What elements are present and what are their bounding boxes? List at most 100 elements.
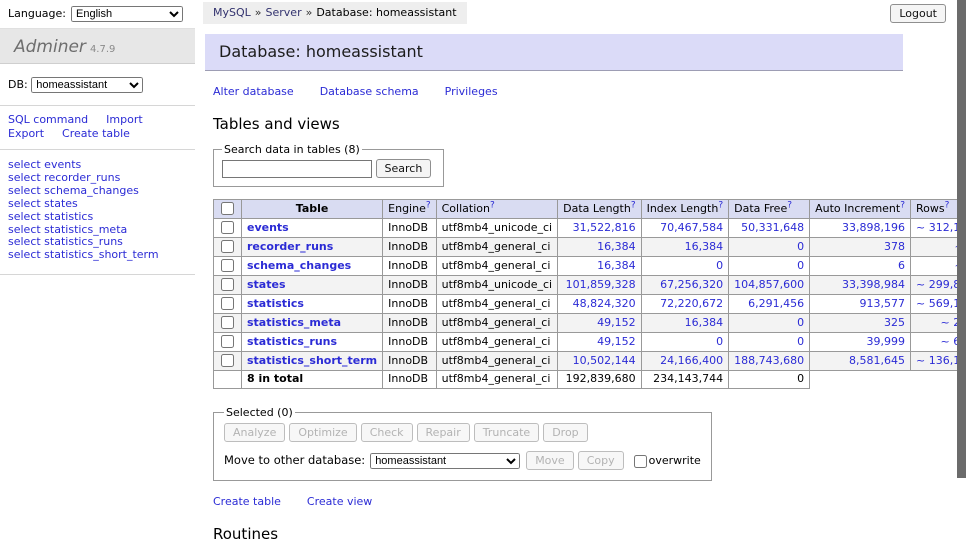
column-help-link[interactable]: ? bbox=[718, 200, 723, 210]
value-link[interactable]: 33,398,984 bbox=[842, 278, 905, 291]
sidebar-action-link[interactable]: Create table bbox=[62, 127, 130, 140]
value-link[interactable]: 70,467,584 bbox=[660, 221, 723, 234]
search-button[interactable]: Search bbox=[376, 159, 432, 178]
total-value: 192,839,680 bbox=[558, 371, 641, 389]
create-view-link[interactable]: Create view bbox=[307, 495, 372, 508]
value-link[interactable]: 48,824,320 bbox=[573, 297, 636, 310]
value-link[interactable]: 49,152 bbox=[597, 335, 636, 348]
column-help-link[interactable]: ? bbox=[631, 200, 636, 210]
sidebar-select-link[interactable]: select schema_changes bbox=[8, 185, 195, 198]
value-link[interactable]: 49,152 bbox=[597, 316, 636, 329]
logout-button[interactable]: Logout bbox=[890, 4, 946, 23]
move-db-select[interactable]: homeassistant bbox=[370, 453, 520, 469]
value-link[interactable]: 0 bbox=[797, 335, 804, 348]
value-link[interactable]: 913,577 bbox=[860, 297, 906, 310]
breadcrumb-link-server[interactable]: Server bbox=[266, 6, 302, 19]
value-link[interactable]: ~ 628 bbox=[940, 335, 957, 348]
truncate-button[interactable]: Truncate bbox=[474, 423, 539, 442]
row-checkbox[interactable] bbox=[221, 354, 234, 367]
value-link[interactable]: 0 bbox=[797, 316, 804, 329]
language-select[interactable]: English bbox=[71, 6, 183, 22]
value-link[interactable]: 0 bbox=[797, 259, 804, 272]
move-button[interactable]: Move bbox=[526, 451, 574, 470]
selected-operations: AnalyzeOptimize CheckRepairTruncateDrop bbox=[224, 423, 701, 442]
table-name-link[interactable]: statistics_meta bbox=[247, 316, 341, 329]
value-link[interactable]: 72,220,672 bbox=[660, 297, 723, 310]
column-help-link[interactable]: ? bbox=[426, 200, 431, 210]
table-name-link[interactable]: events bbox=[247, 221, 289, 234]
value-link[interactable]: ~ 569,159 bbox=[916, 297, 957, 310]
scrollbar-thumb[interactable] bbox=[957, 0, 966, 478]
sidebar-select-link[interactable]: select statistics_short_term bbox=[8, 249, 195, 262]
value-link[interactable]: 31,522,816 bbox=[573, 221, 636, 234]
column-help-link[interactable]: ? bbox=[945, 200, 950, 210]
select-all-checkbox[interactable] bbox=[221, 202, 234, 215]
sidebar-select-link[interactable]: select states bbox=[8, 198, 195, 211]
value-link[interactable]: 16,384 bbox=[685, 240, 724, 253]
value-link[interactable]: ~ 299,833 bbox=[916, 278, 957, 291]
value-link[interactable]: 378 bbox=[884, 240, 905, 253]
row-checkbox[interactable] bbox=[221, 259, 234, 272]
db-select[interactable]: homeassistant bbox=[31, 77, 143, 93]
repair-button[interactable]: Repair bbox=[417, 423, 470, 442]
table-name-link[interactable]: schema_changes bbox=[247, 259, 351, 272]
optimize-button[interactable]: Optimize bbox=[289, 423, 356, 442]
value-link[interactable]: 8,581,645 bbox=[849, 354, 905, 367]
sidebar-action-link[interactable]: Export bbox=[8, 127, 44, 140]
copy-button[interactable]: Copy bbox=[578, 451, 624, 470]
value-link[interactable]: 188,743,680 bbox=[734, 354, 804, 367]
analyze-button[interactable]: Analyze bbox=[224, 423, 285, 442]
sidebar-action-link[interactable]: SQL command bbox=[8, 113, 88, 126]
value-link[interactable]: 0 bbox=[716, 335, 723, 348]
value-link[interactable]: 6,291,456 bbox=[748, 297, 804, 310]
value-link[interactable]: 101,859,328 bbox=[566, 278, 636, 291]
table-name-link[interactable]: statistics bbox=[247, 297, 304, 310]
row-checkbox[interactable] bbox=[221, 240, 234, 253]
value-link[interactable]: 50,331,648 bbox=[741, 221, 804, 234]
value-link[interactable]: ~ 136,108 bbox=[916, 354, 957, 367]
column-help-link[interactable]: ? bbox=[490, 200, 495, 210]
drop-button[interactable]: Drop bbox=[543, 423, 587, 442]
create-table-link[interactable]: Create table bbox=[213, 495, 281, 508]
row-checkbox[interactable] bbox=[221, 316, 234, 329]
db-action-link[interactable]: Privileges bbox=[445, 85, 498, 98]
breadcrumb-link-mysql[interactable]: MySQL bbox=[213, 6, 251, 19]
row-checkbox[interactable] bbox=[221, 297, 234, 310]
value-link[interactable]: 16,384 bbox=[685, 316, 724, 329]
total-label: 8 in total bbox=[242, 371, 383, 389]
row-checkbox[interactable] bbox=[221, 335, 234, 348]
value-link[interactable]: 24,166,400 bbox=[660, 354, 723, 367]
value-link[interactable]: 16,384 bbox=[597, 240, 636, 253]
db-action-link[interactable]: Database schema bbox=[320, 85, 419, 98]
scrollbar-track[interactable] bbox=[957, 0, 966, 543]
sidebar-select-link[interactable]: select statistics bbox=[8, 211, 195, 224]
overwrite-checkbox[interactable] bbox=[634, 455, 647, 468]
value-link[interactable]: 325 bbox=[884, 316, 905, 329]
value-link[interactable]: 67,256,320 bbox=[660, 278, 723, 291]
value-link[interactable]: 33,898,196 bbox=[842, 221, 905, 234]
value-link[interactable]: ~ 312,180 bbox=[916, 221, 957, 234]
table-name-link[interactable]: states bbox=[247, 278, 286, 291]
table-name-link[interactable]: recorder_runs bbox=[247, 240, 333, 253]
column-help-link[interactable]: ? bbox=[787, 200, 792, 210]
value-link[interactable]: 104,857,600 bbox=[734, 278, 804, 291]
db-action-link[interactable]: Alter database bbox=[213, 85, 294, 98]
value-link[interactable]: 0 bbox=[797, 240, 804, 253]
sidebar-select-link[interactable]: select recorder_runs bbox=[8, 172, 195, 185]
sidebar-action-link[interactable]: Import bbox=[106, 113, 143, 126]
check-button[interactable]: Check bbox=[361, 423, 413, 442]
value-link[interactable]: 16,384 bbox=[597, 259, 636, 272]
search-input[interactable] bbox=[222, 160, 372, 178]
value-link[interactable]: ~ 244 bbox=[940, 316, 957, 329]
row-checkbox[interactable] bbox=[221, 221, 234, 234]
value-link[interactable]: 39,999 bbox=[867, 335, 906, 348]
value-link[interactable]: 0 bbox=[716, 259, 723, 272]
column-help-link[interactable]: ? bbox=[900, 200, 905, 210]
value-link[interactable]: 10,502,144 bbox=[573, 354, 636, 367]
row-checkbox[interactable] bbox=[221, 278, 234, 291]
table-name-link[interactable]: statistics_runs bbox=[247, 335, 337, 348]
sidebar-select-link[interactable]: select events bbox=[8, 159, 195, 172]
value-link[interactable]: 6 bbox=[898, 259, 905, 272]
engine-cell: InnoDB bbox=[383, 238, 436, 257]
table-name-link[interactable]: statistics_short_term bbox=[247, 354, 377, 367]
